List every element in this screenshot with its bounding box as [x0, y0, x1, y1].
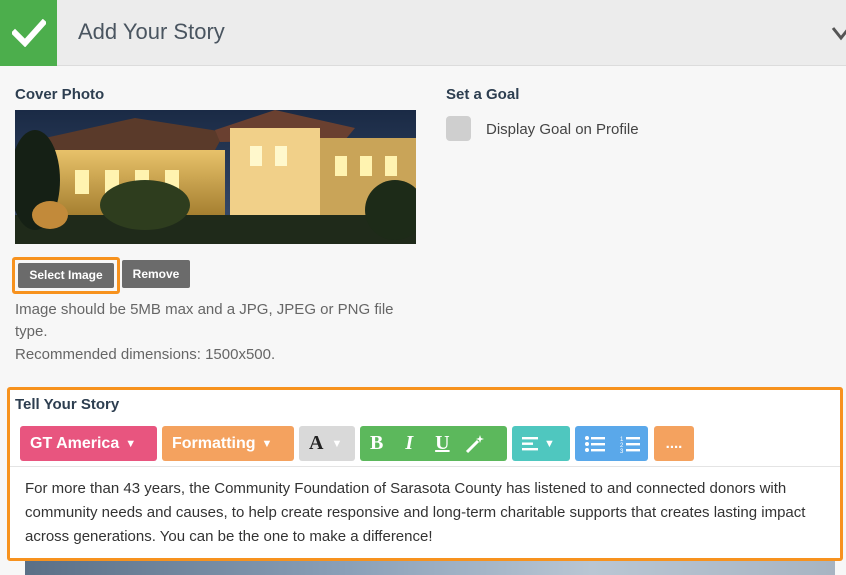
svg-text:3: 3 [620, 449, 624, 453]
italic-icon[interactable]: I [405, 432, 413, 455]
bold-icon[interactable]: B [370, 432, 383, 455]
select-image-button[interactable]: Select Image [18, 263, 114, 288]
more-options-button[interactable]: .... [654, 426, 694, 461]
story-textarea[interactable]: For more than 43 years, the Community Fo… [25, 477, 840, 549]
font-family-value: GT America [30, 434, 120, 452]
text-style-group: B I U [360, 426, 507, 461]
image-hint-line-1: Image should be 5MB max and a JPG, JPEG … [15, 301, 394, 318]
section-title: Add Your Story [78, 19, 225, 44]
toolbar-divider [10, 466, 840, 467]
cover-photo-image [15, 110, 416, 244]
numbered-list-icon[interactable]: 1 2 3 [620, 435, 640, 453]
image-hint-line-2: type. [15, 323, 48, 340]
image-hint-dimensions: Recommended dimensions: 1500x500. [15, 346, 276, 363]
story-label: Tell Your Story [15, 396, 120, 413]
caret-down-icon: ▼ [544, 437, 555, 450]
formatting-value: Formatting [172, 434, 256, 452]
section-header[interactable]: Add Your Story [0, 0, 846, 66]
complete-badge [0, 0, 57, 66]
caret-down-icon: ▼ [261, 437, 273, 450]
caret-down-icon: ▼ [125, 437, 137, 450]
cover-photo-label: Cover Photo [15, 86, 105, 103]
chevron-down-icon[interactable] [831, 18, 846, 48]
display-goal-label[interactable]: Display Goal on Profile [486, 121, 639, 138]
formatting-dropdown[interactable]: Formatting ▼ [162, 426, 294, 461]
check-icon [11, 19, 46, 47]
display-goal-checkbox[interactable] [446, 116, 471, 141]
set-goal-label: Set a Goal [446, 86, 520, 103]
align-dropdown[interactable]: ▼ [512, 426, 570, 461]
magic-wand-icon[interactable] [464, 433, 486, 455]
caret-down-icon: ▼ [331, 437, 343, 450]
preview-image-edge [25, 561, 835, 575]
font-color-button[interactable]: A ▼ [299, 426, 355, 461]
select-image-focus: Select Image [12, 257, 120, 294]
align-icon [522, 436, 538, 450]
list-group: 1 2 3 [575, 426, 648, 461]
underline-icon[interactable]: U [435, 432, 449, 455]
bullet-list-icon[interactable] [585, 435, 605, 452]
font-family-dropdown[interactable]: GT America ▼ [20, 426, 157, 461]
remove-image-button[interactable]: Remove [122, 260, 190, 288]
font-color-icon: A [309, 432, 324, 454]
